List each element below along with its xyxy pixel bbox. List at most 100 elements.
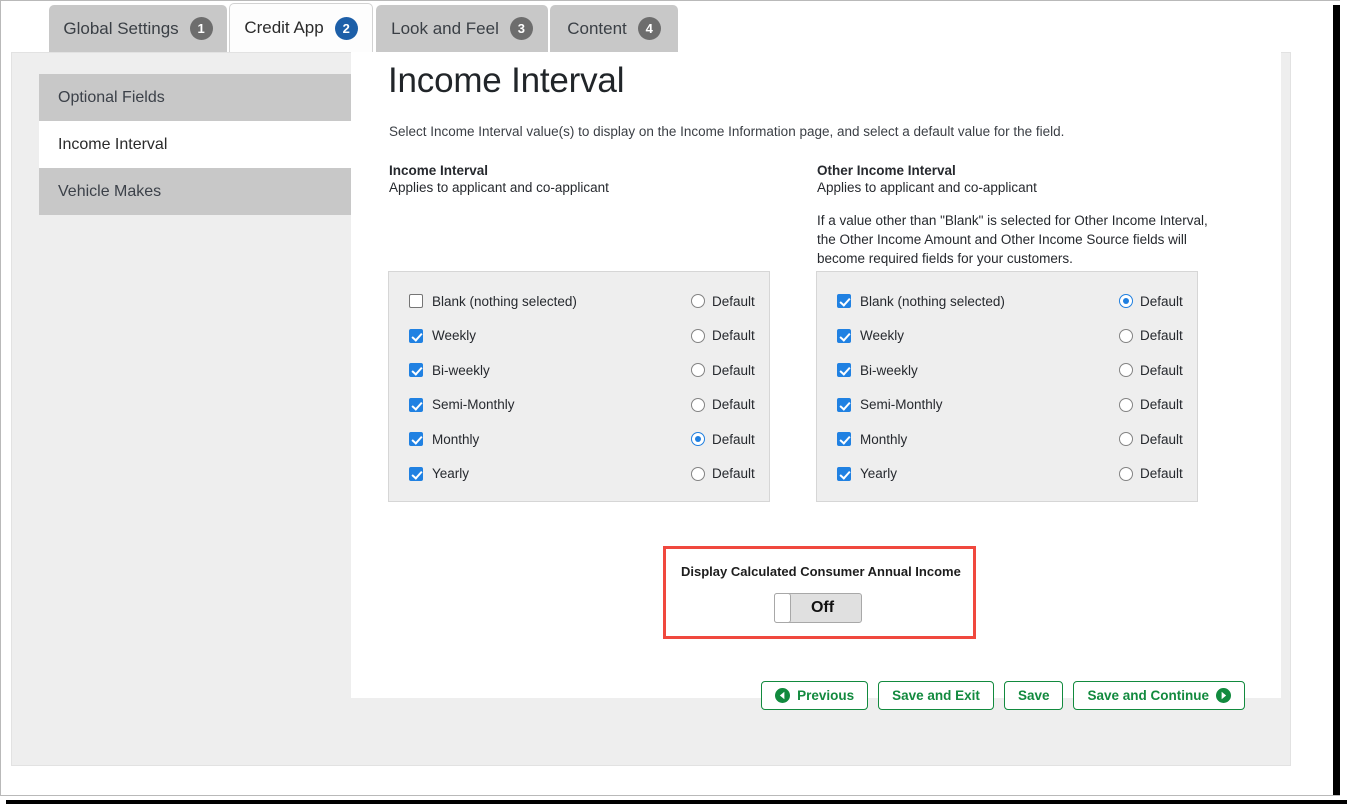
option-checkbox[interactable] <box>409 363 423 378</box>
option-default-group: Default <box>1119 397 1183 412</box>
option-label: Yearly <box>432 466 470 482</box>
button-label: Save <box>1017 688 1050 703</box>
option-row: Semi-Monthly Default <box>389 388 769 423</box>
other-income-interval-column-header: Other Income Interval Applies to applica… <box>817 163 1227 268</box>
option-checkbox-group: Weekly <box>409 328 691 343</box>
default-radio[interactable] <box>691 466 705 481</box>
other-income-interval-options-panel: Blank (nothing selected) Default Weekly Def… <box>816 271 1198 502</box>
option-label: Blank (nothing selected) <box>860 293 1005 309</box>
option-checkbox[interactable] <box>409 328 423 343</box>
default-radio[interactable] <box>1119 328 1133 343</box>
default-radio[interactable] <box>1119 397 1133 412</box>
option-row: Monthly Default <box>817 422 1197 457</box>
option-default-group: Default <box>691 432 755 447</box>
sidebar-item-income-interval[interactable]: Income Interval <box>39 121 352 168</box>
previous-button[interactable]: Previous <box>761 681 869 710</box>
tab-number-badge: 4 <box>637 17 661 40</box>
display-calculated-income-toggle[interactable]: Off <box>774 593 862 623</box>
option-label: Bi-weekly <box>860 362 918 378</box>
option-checkbox[interactable] <box>409 466 423 481</box>
option-checkbox[interactable] <box>837 328 851 343</box>
column-note: If a value other than "Blank" is selecte… <box>817 213 1208 267</box>
option-checkbox-group: Semi-Monthly <box>837 397 1119 412</box>
arrow-right-circle-icon <box>1216 688 1231 703</box>
button-label: Previous <box>797 688 855 703</box>
option-checkbox-group: Blank (nothing selected) <box>409 294 691 309</box>
window-shadow-bottom <box>6 800 1347 804</box>
sidebar-item-label: Optional Fields <box>58 88 165 106</box>
option-row: Yearly Default <box>389 457 769 492</box>
default-radio-label: Default <box>1140 293 1183 309</box>
toggle-knob <box>774 593 791 623</box>
tab-number-badge: 2 <box>334 16 358 40</box>
option-row: Semi-Monthly Default <box>817 388 1197 423</box>
display-calculated-income-highlight: Display Calculated Consumer Annual Incom… <box>663 546 976 639</box>
tab-global-settings[interactable]: Global Settings 1 <box>49 5 227 52</box>
option-label: Monthly <box>860 431 908 447</box>
option-label: Yearly <box>860 466 898 482</box>
option-default-group: Default <box>1119 328 1183 343</box>
option-default-group: Default <box>691 363 755 378</box>
option-default-group: Default <box>691 328 755 343</box>
tab-label: Content <box>567 18 627 38</box>
column-subtitle: Applies to applicant and co-applicant <box>389 180 609 195</box>
tab-credit-app[interactable]: Credit App 2 <box>229 3 373 52</box>
option-label: Monthly <box>432 431 480 447</box>
button-label: Save and Continue <box>1087 688 1209 703</box>
option-checkbox-group: Monthly <box>837 432 1119 447</box>
sidebar-item-vehicle-makes[interactable]: Vehicle Makes <box>39 168 352 215</box>
option-checkbox[interactable] <box>409 397 423 412</box>
default-radio[interactable] <box>691 328 705 343</box>
sidebar-item-label: Income Interval <box>58 135 168 153</box>
column-title: Income Interval <box>389 163 489 178</box>
option-row: Weekly Default <box>389 319 769 354</box>
option-checkbox[interactable] <box>837 466 851 481</box>
save-and-exit-button[interactable]: Save and Exit <box>878 681 994 710</box>
option-label: Weekly <box>860 328 905 344</box>
default-radio[interactable] <box>691 432 705 447</box>
save-button[interactable]: Save <box>1003 681 1064 710</box>
option-checkbox[interactable] <box>837 397 851 412</box>
tab-look-and-feel[interactable]: Look and Feel 3 <box>376 5 548 52</box>
default-radio-label: Default <box>1140 328 1183 344</box>
income-interval-options-panel: Blank (nothing selected) Default Weekly Def… <box>388 271 770 502</box>
option-checkbox[interactable] <box>837 363 851 378</box>
default-radio[interactable] <box>1119 432 1133 447</box>
option-checkbox[interactable] <box>409 432 423 447</box>
option-checkbox-group: Yearly <box>837 466 1119 481</box>
toggle-state-label: Off <box>810 599 835 616</box>
default-radio[interactable] <box>1119 294 1133 309</box>
column-subtitle: Applies to applicant and co-applicant <box>817 180 1037 195</box>
default-radio[interactable] <box>691 397 705 412</box>
tab-content[interactable]: Content 4 <box>550 5 678 52</box>
default-radio-label: Default <box>712 431 755 447</box>
main-content-card: Income Interval Select Income Interval v… <box>351 35 1281 710</box>
option-checkbox-group: Semi-Monthly <box>409 397 691 412</box>
default-radio-label: Default <box>1140 397 1183 413</box>
option-checkbox-group: Yearly <box>409 466 691 481</box>
option-label: Semi-Monthly <box>432 397 515 413</box>
save-and-continue-button[interactable]: Save and Continue <box>1073 681 1245 710</box>
column-title: Other Income Interval <box>817 163 956 178</box>
sidebar-item-optional-fields[interactable]: Optional Fields <box>39 74 352 121</box>
tab-label: Look and Feel <box>391 18 499 38</box>
default-radio[interactable] <box>1119 466 1133 481</box>
option-checkbox-group: Blank (nothing selected) <box>837 294 1119 309</box>
option-checkbox[interactable] <box>837 432 851 447</box>
option-checkbox[interactable] <box>837 294 851 309</box>
option-label: Semi-Monthly <box>860 397 943 413</box>
option-checkbox[interactable] <box>409 294 423 309</box>
default-radio[interactable] <box>1119 363 1133 378</box>
default-radio-label: Default <box>1140 362 1183 378</box>
option-checkbox-group: Bi-weekly <box>837 363 1119 378</box>
option-label: Bi-weekly <box>432 362 490 378</box>
tab-number-badge: 1 <box>189 17 213 40</box>
option-row: Blank (nothing selected) Default <box>389 284 769 319</box>
application-window: Global Settings 1 Credit App 2 Look and Feel… <box>0 0 1340 796</box>
default-radio[interactable] <box>691 294 705 309</box>
option-default-group: Default <box>1119 466 1183 481</box>
default-radio[interactable] <box>691 363 705 378</box>
option-checkbox-group: Monthly <box>409 432 691 447</box>
page-subtitle: Select Income Interval value(s) to displ… <box>389 124 1065 139</box>
window-shadow-right <box>1333 5 1340 795</box>
